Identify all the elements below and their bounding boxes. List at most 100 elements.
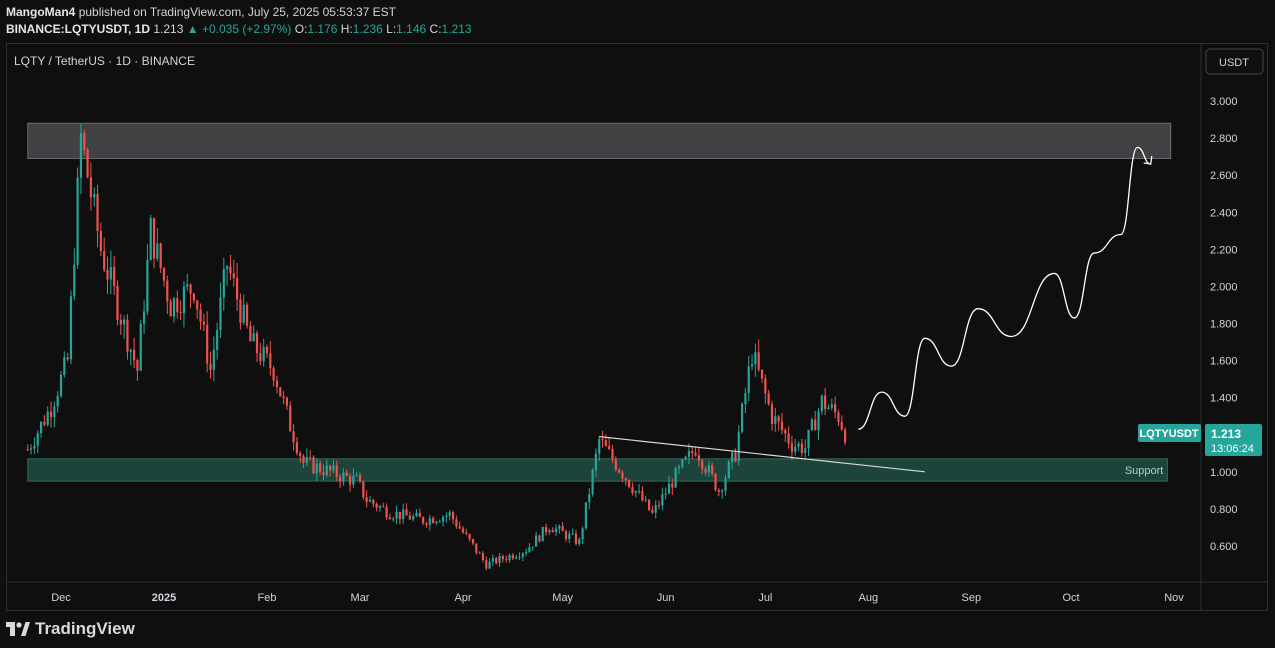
candle	[800, 438, 803, 457]
candle	[441, 515, 445, 527]
candle	[568, 530, 571, 544]
candle	[139, 319, 142, 371]
candle	[515, 554, 518, 560]
price-tick-label: 0.600	[1210, 541, 1238, 553]
candle	[797, 441, 800, 452]
candle	[269, 340, 272, 376]
candle	[229, 254, 232, 281]
candle	[664, 487, 667, 500]
time-tick-label: May	[552, 592, 573, 604]
candle	[408, 511, 411, 520]
candle	[760, 369, 764, 383]
time-tick-label: Dec	[51, 592, 71, 604]
price-chart[interactable]: Support 3.000 2.800 2.600 2.400 2.200 2.000 1.…	[0, 0, 1275, 648]
time-tick-label: Mar	[351, 592, 370, 604]
candles-layer	[26, 123, 847, 571]
candle	[199, 303, 202, 330]
candle	[46, 406, 49, 427]
candle	[608, 436, 611, 451]
price-tick-label: 3.000	[1210, 96, 1238, 108]
candle	[717, 488, 720, 497]
candle	[159, 242, 162, 273]
candle	[43, 414, 46, 427]
candle	[488, 558, 491, 569]
candle	[544, 523, 548, 536]
candle	[259, 342, 262, 366]
candle	[289, 401, 292, 432]
price-axis[interactable]: 3.000 2.800 2.600 2.400 2.200 2.000 1.800 1.600…	[1210, 96, 1238, 553]
candle	[189, 283, 192, 309]
candle	[478, 551, 481, 554]
candle	[691, 446, 694, 460]
candle	[807, 429, 810, 457]
candle	[641, 486, 644, 502]
candle	[152, 217, 156, 269]
time-tick-label: Aug	[859, 592, 879, 604]
candle	[554, 524, 558, 537]
candle	[734, 448, 737, 463]
candle	[272, 365, 275, 387]
candle	[528, 543, 531, 553]
candle	[295, 437, 298, 456]
candle	[428, 514, 431, 531]
currency-button-label: USDT	[1219, 57, 1249, 69]
candle	[279, 386, 282, 397]
candle	[169, 298, 172, 317]
candle	[368, 496, 372, 503]
candle	[206, 311, 209, 373]
candle	[774, 408, 777, 432]
candle	[518, 552, 521, 561]
support-zone[interactable]	[27, 458, 1168, 482]
candle	[209, 351, 212, 379]
price-tick-label: 2.800	[1210, 133, 1238, 145]
candle	[398, 511, 401, 525]
candle	[219, 282, 222, 339]
candle	[146, 244, 149, 315]
candle	[312, 455, 315, 475]
candle	[86, 147, 89, 179]
currency-button[interactable]: USDT	[1205, 48, 1264, 75]
candle	[69, 290, 73, 365]
tradingview-logo[interactable]: TradingView	[6, 619, 135, 639]
candle	[39, 421, 43, 439]
candle	[505, 555, 508, 563]
candle	[412, 513, 415, 522]
candle	[176, 290, 179, 319]
candle	[495, 556, 498, 565]
candle	[66, 352, 69, 362]
candle	[814, 410, 817, 431]
candle	[372, 498, 375, 508]
candle	[465, 528, 468, 536]
candle	[222, 257, 225, 311]
time-tick-label: Jul	[758, 592, 772, 604]
candle	[837, 409, 840, 426]
candle	[242, 294, 245, 326]
candle	[525, 548, 528, 557]
time-axis[interactable]: Dec 2025 Feb Mar Apr May Jun Jul Aug Sep Oct Nov	[51, 592, 1184, 604]
candle	[388, 513, 392, 520]
candle	[661, 487, 664, 511]
candle	[149, 214, 152, 261]
projection-path[interactable]	[858, 146, 1151, 430]
candle	[113, 255, 116, 296]
time-tick-label: Oct	[1062, 592, 1079, 604]
candle	[551, 527, 554, 533]
resistance-zone[interactable]	[27, 122, 1172, 159]
candle	[129, 348, 132, 366]
price-tick-label: 1.800	[1210, 319, 1238, 331]
time-tick-label: Jun	[657, 592, 675, 604]
candle	[501, 554, 504, 563]
candle	[96, 184, 99, 248]
candle	[89, 162, 93, 211]
candle	[292, 423, 295, 451]
candle	[59, 371, 63, 398]
candle	[571, 528, 574, 536]
candle	[674, 466, 677, 488]
candle	[202, 313, 205, 332]
candle	[132, 337, 136, 369]
candle	[790, 435, 794, 461]
candle	[727, 459, 730, 480]
candle	[186, 273, 189, 292]
candle	[212, 336, 215, 382]
candle	[362, 480, 365, 500]
